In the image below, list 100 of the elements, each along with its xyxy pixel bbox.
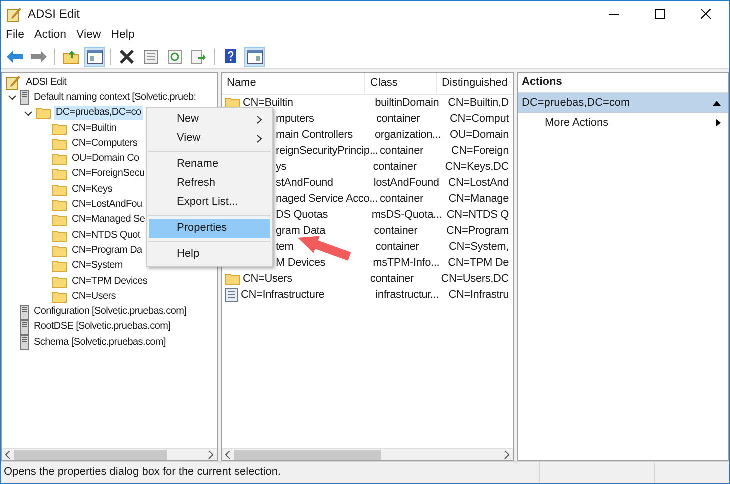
name-cell[interactable]: M Devices	[276, 254, 326, 272]
tree-item[interactable]: CN=LostAndFou	[70, 198, 144, 212]
context-menu-item[interactable]: New	[149, 110, 270, 129]
class-cell-text: container	[372, 160, 418, 175]
tree-item[interactable]: RootDSE [Solvetic.pruebas.com]	[32, 320, 173, 334]
server-icon	[20, 90, 29, 106]
menu-item[interactable]: Action	[30, 27, 72, 45]
class-cell-text: msDS-Quota...	[370, 208, 443, 223]
tree-item[interactable]: CN=TPM Devices	[70, 274, 150, 288]
folder-icon	[52, 276, 67, 288]
delete-x-icon	[120, 50, 134, 64]
action-item[interactable]: More Actions	[518, 113, 728, 133]
tree-item[interactable]: CN=Computers	[70, 136, 140, 151]
distinguished-name-cell-text: OU=Domain	[448, 128, 510, 143]
actions-section-header[interactable]: DC=pruebas,DC=com	[518, 93, 728, 113]
name-cell[interactable]: tem	[276, 238, 294, 256]
submenu-triangle-icon	[716, 119, 721, 127]
menu-item[interactable]: Help	[106, 27, 140, 45]
tree-item[interactable]: ADSI Edit	[24, 76, 69, 90]
tree-item[interactable]: CN=Keys	[70, 182, 114, 197]
toolbar-button[interactable]	[244, 46, 265, 66]
folder-icon	[52, 138, 67, 150]
name-cell[interactable]: CN=Builtin	[243, 95, 294, 112]
export-list-icon	[191, 50, 206, 64]
class-cell-text: container	[369, 272, 415, 287]
tree-item[interactable]: Default naming context [Solvetic.prueb:	[32, 90, 198, 105]
context-menu-item[interactable]: Export List...	[149, 193, 270, 212]
name-cell[interactable]: naged Service Acco...	[276, 190, 378, 208]
column-header[interactable]: Distinguished	[436, 73, 513, 94]
context-menu-item[interactable]: Help	[149, 245, 270, 264]
folder-icon	[52, 214, 67, 226]
context-menu-item[interactable]: Rename	[149, 155, 270, 174]
name-cell[interactable]: DS Quotas	[276, 206, 328, 224]
server-icon	[20, 304, 29, 320]
tree-item[interactable]: CN=Users	[70, 290, 118, 304]
distinguished-name-cell-text: CN=Program	[446, 224, 510, 239]
context-menu-item[interactable]: Refresh	[149, 174, 270, 193]
folder-icon	[52, 290, 67, 303]
window-title: ADSI Edit	[28, 6, 80, 23]
class-cell-text: container	[373, 224, 419, 239]
tree-item[interactable]: DC=pruebas,DC=co	[54, 106, 144, 120]
scroll-left-icon[interactable]	[225, 450, 231, 458]
class-cell-text: container	[374, 240, 420, 255]
tree-item[interactable]: CN=Program Da	[70, 244, 144, 258]
distinguished-name-cell-text: CN=Foreign	[450, 144, 510, 159]
tree-item[interactable]: Schema [Solvetic.pruebas.com]	[32, 336, 168, 350]
folder-icon	[52, 230, 67, 242]
distinguished-name-cell-text: CN=NTDS Q	[446, 208, 510, 223]
name-cell[interactable]: reignSecurityPrincip...	[276, 142, 378, 160]
name-cell[interactable]: ys	[276, 158, 287, 176]
scroll-left-icon[interactable]	[5, 450, 11, 458]
forward-arrow-icon	[30, 50, 46, 62]
console-tree-icon	[86, 50, 102, 64]
name-cell[interactable]: gram Data	[276, 222, 326, 240]
distinguished-name-cell-text: CN=Infrastru	[448, 288, 510, 303]
document-icon	[225, 288, 238, 302]
tree-item[interactable]: OU=Domain Co	[70, 152, 142, 166]
tree-item[interactable]: CN=System	[70, 259, 125, 274]
name-cell[interactable]: main Controllers	[276, 126, 353, 144]
class-cell-text: organization...	[374, 128, 442, 143]
tree-item[interactable]: CN=Builtin	[70, 122, 119, 136]
close-icon	[701, 9, 711, 19]
distinguished-name-cell-text: CN=TPM De	[447, 256, 510, 271]
folder-icon	[36, 107, 51, 120]
help-book-icon	[224, 49, 236, 64]
column-header[interactable]: Class	[365, 73, 437, 94]
class-cell-text: builtinDomain	[374, 96, 440, 111]
folder-icon	[52, 122, 67, 135]
class-cell-text: infrastructur...	[374, 288, 440, 303]
folder-icon	[52, 168, 67, 180]
name-cell[interactable]: stAndFound	[276, 174, 334, 192]
back-arrow-icon	[6, 50, 22, 62]
tree-item[interactable]: Configuration [Solvetic.pruebas.com]	[32, 305, 189, 320]
name-cell[interactable]: CN=Users	[243, 270, 292, 288]
distinguished-name-cell-text: CN=Builtin,D	[447, 96, 510, 111]
folder-icon	[52, 199, 67, 212]
name-cell[interactable]: mputers	[276, 110, 314, 128]
folder-icon	[52, 153, 67, 166]
menu-item[interactable]: View	[72, 27, 106, 45]
menu-item[interactable]: File	[1, 27, 30, 45]
tree-item[interactable]: CN=Managed Se	[70, 213, 148, 228]
horizontal-scrollbar[interactable]	[222, 448, 513, 460]
distinguished-name-cell-text: CN=Manage	[448, 192, 510, 207]
folder-up-icon	[62, 50, 78, 64]
server-icon	[20, 335, 29, 350]
distinguished-name-cell-text: CN=Users,DC	[440, 272, 510, 287]
folder-icon	[225, 273, 240, 285]
name-cell[interactable]: CN=Infrastructure	[241, 286, 325, 304]
folder-icon	[52, 184, 67, 196]
toolbar-button[interactable]	[84, 46, 105, 66]
folder-icon	[225, 97, 240, 109]
class-cell-text: lostAndFound	[372, 176, 440, 191]
scroll-right-icon[interactable]	[208, 450, 214, 458]
tree-item[interactable]: CN=ForeignSecu	[70, 167, 147, 182]
column-header[interactable]: Name	[222, 73, 366, 94]
scroll-right-icon[interactable]	[504, 450, 510, 458]
context-menu-item[interactable]: View	[149, 129, 270, 148]
horizontal-scrollbar[interactable]	[2, 448, 217, 460]
tree-item[interactable]: CN=NTDS Quot	[70, 228, 142, 243]
context-menu-item[interactable]: Properties	[149, 219, 270, 238]
